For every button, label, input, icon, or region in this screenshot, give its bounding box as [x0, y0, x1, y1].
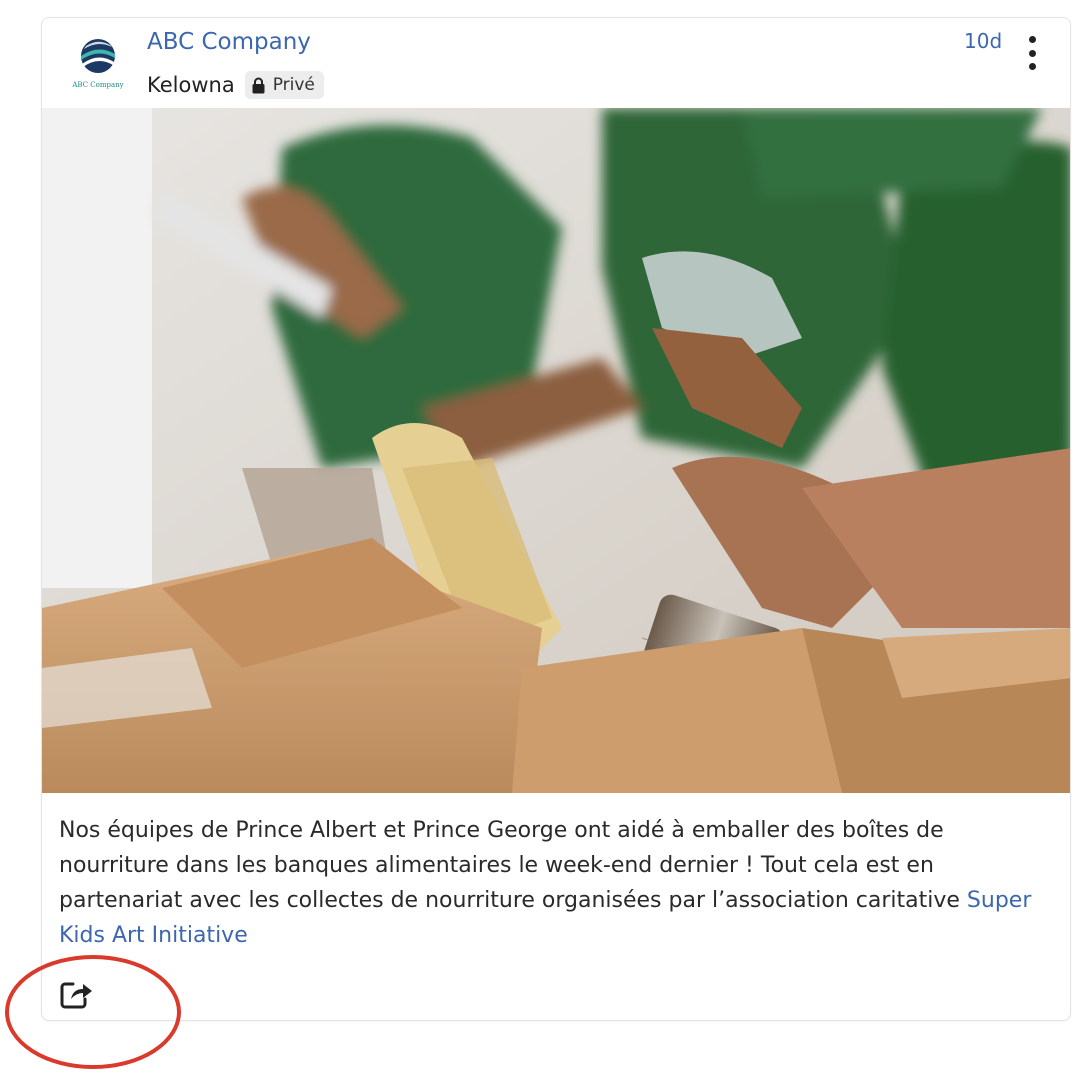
more-vertical-icon-dot	[1028, 49, 1036, 57]
post-body: Nos équipes de Prince Albert et Prince G…	[59, 813, 1049, 953]
company-logo: ABC Company	[72, 39, 124, 89]
post-body-text: Nos équipes de Prince Albert et Prince G…	[59, 818, 967, 913]
lock-icon	[252, 77, 265, 93]
privacy-badge: Privé	[244, 71, 324, 99]
more-vertical-icon-dot	[1028, 36, 1036, 43]
post-photo[interactable]	[42, 108, 1071, 793]
location-label: Kelowna	[147, 73, 235, 97]
privacy-label: Privé	[272, 75, 315, 95]
company-name-link[interactable]: ABC Company	[147, 29, 311, 55]
share-icon[interactable]	[59, 978, 93, 1010]
svg-text:ABC Company: ABC Company	[72, 81, 124, 89]
post-meta: Kelowna Privé	[147, 71, 324, 99]
post-timestamp: 10d	[964, 29, 1003, 53]
more-vertical-icon-dot	[1028, 63, 1036, 70]
post-card: ABC Company ABC Company Kelowna Privé 10…	[41, 17, 1071, 1021]
more-options-button[interactable]	[1024, 36, 1040, 70]
